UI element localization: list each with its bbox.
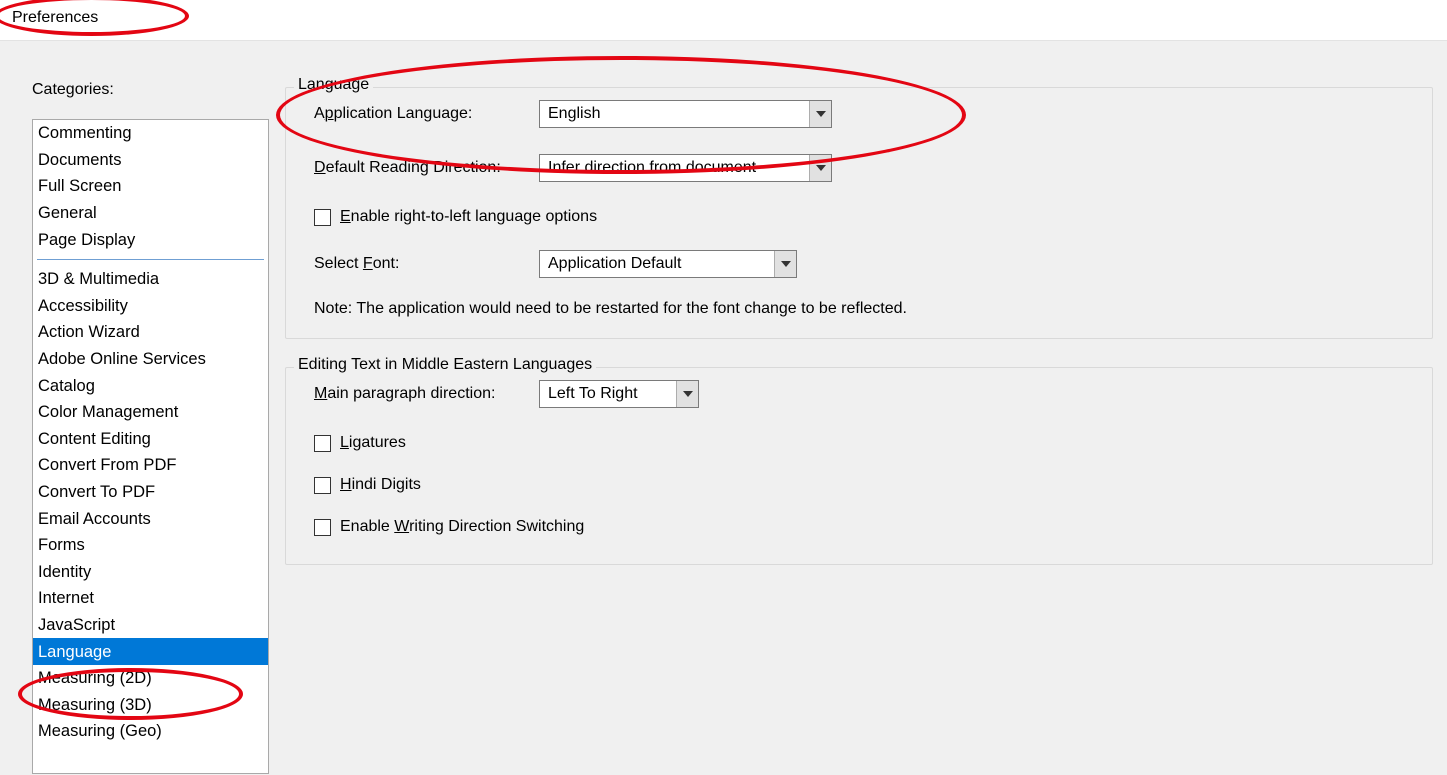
paragraph-direction-value: Left To Right [540, 385, 646, 403]
row-paragraph-direction: Main paragraph direction: Left To Right [314, 380, 1404, 408]
ligatures-label: Ligatures [340, 434, 406, 452]
preferences-body: Categories: CommentingDocumentsFull Scre… [0, 40, 1447, 775]
rtl-checkbox-row[interactable]: Enable right-to-left language options [314, 208, 1404, 226]
category-item[interactable]: Language [33, 638, 268, 665]
category-item[interactable]: Adobe Online Services [33, 346, 268, 373]
chevron-down-icon [676, 381, 698, 407]
category-item[interactable]: Color Management [33, 399, 268, 426]
group-language-title: Language [294, 76, 373, 94]
chevron-down-icon [809, 101, 831, 127]
category-divider [37, 259, 264, 260]
category-item[interactable]: Convert To PDF [33, 479, 268, 506]
category-item[interactable]: Catalog [33, 372, 268, 399]
category-item[interactable]: Full Screen [33, 173, 268, 200]
chevron-down-icon [809, 155, 831, 181]
settings-panel: Language Application Language: English D… [285, 81, 1447, 775]
row-reading-direction: Default Reading Direction: Infer directi… [314, 154, 1404, 182]
hindi-digits-checkbox-row[interactable]: Hindi Digits [314, 476, 1404, 494]
hindi-digits-label: Hindi Digits [340, 476, 421, 494]
hindi-digits-checkbox[interactable] [314, 477, 331, 494]
row-application-language: Application Language: English [314, 100, 1404, 128]
reading-direction-value: Infer direction from document [540, 159, 764, 177]
writing-direction-switching-row[interactable]: Enable Writing Direction Switching [314, 518, 1404, 536]
category-item[interactable]: Forms [33, 532, 268, 559]
category-item[interactable]: Accessibility [33, 293, 268, 320]
select-font-value: Application Default [540, 255, 689, 273]
writing-direction-label: Enable Writing Direction Switching [340, 518, 584, 536]
rtl-checkbox-label: Enable right-to-left language options [340, 208, 597, 226]
row-select-font: Select Font: Application Default [314, 250, 1404, 278]
categories-label: Categories: [32, 81, 114, 99]
category-item[interactable]: Measuring (2D) [33, 665, 268, 692]
chevron-down-icon [774, 251, 796, 277]
category-item[interactable]: Content Editing [33, 426, 268, 453]
app-language-value: English [540, 105, 608, 123]
categories-listbox[interactable]: CommentingDocumentsFull ScreenGeneralPag… [32, 119, 269, 774]
category-item[interactable]: 3D & Multimedia [33, 266, 268, 293]
group-middle-eastern: Editing Text in Middle Eastern Languages… [285, 367, 1433, 565]
group-language: Language Application Language: English D… [285, 87, 1433, 339]
category-item[interactable]: General [33, 200, 268, 227]
rtl-checkbox[interactable] [314, 209, 331, 226]
category-item[interactable]: Measuring (Geo) [33, 718, 268, 745]
category-item[interactable]: Measuring (3D) [33, 691, 268, 718]
group-middle-eastern-title: Editing Text in Middle Eastern Languages [294, 356, 596, 374]
paragraph-direction-dropdown[interactable]: Left To Right [539, 380, 699, 408]
select-font-dropdown[interactable]: Application Default [539, 250, 797, 278]
font-restart-note: Note: The application would need to be r… [314, 300, 1404, 318]
writing-direction-checkbox[interactable] [314, 519, 331, 536]
paragraph-direction-label: Main paragraph direction: [314, 385, 539, 403]
category-item[interactable]: Internet [33, 585, 268, 612]
category-item[interactable]: JavaScript [33, 612, 268, 639]
app-language-label: Application Language: [314, 105, 539, 123]
ligatures-checkbox-row[interactable]: Ligatures [314, 434, 1404, 452]
ligatures-checkbox[interactable] [314, 435, 331, 452]
category-item[interactable]: Identity [33, 559, 268, 586]
reading-direction-label: Default Reading Direction: [314, 159, 539, 177]
category-item[interactable]: Convert From PDF [33, 452, 268, 479]
window-title: Preferences [0, 0, 1447, 40]
category-item[interactable]: Commenting [33, 120, 268, 147]
category-item[interactable]: Page Display [33, 226, 268, 253]
select-font-label: Select Font: [314, 255, 539, 273]
reading-direction-dropdown[interactable]: Infer direction from document [539, 154, 832, 182]
category-item[interactable]: Documents [33, 147, 268, 174]
category-item[interactable]: Action Wizard [33, 319, 268, 346]
category-item[interactable]: Email Accounts [33, 505, 268, 532]
app-language-dropdown[interactable]: English [539, 100, 832, 128]
